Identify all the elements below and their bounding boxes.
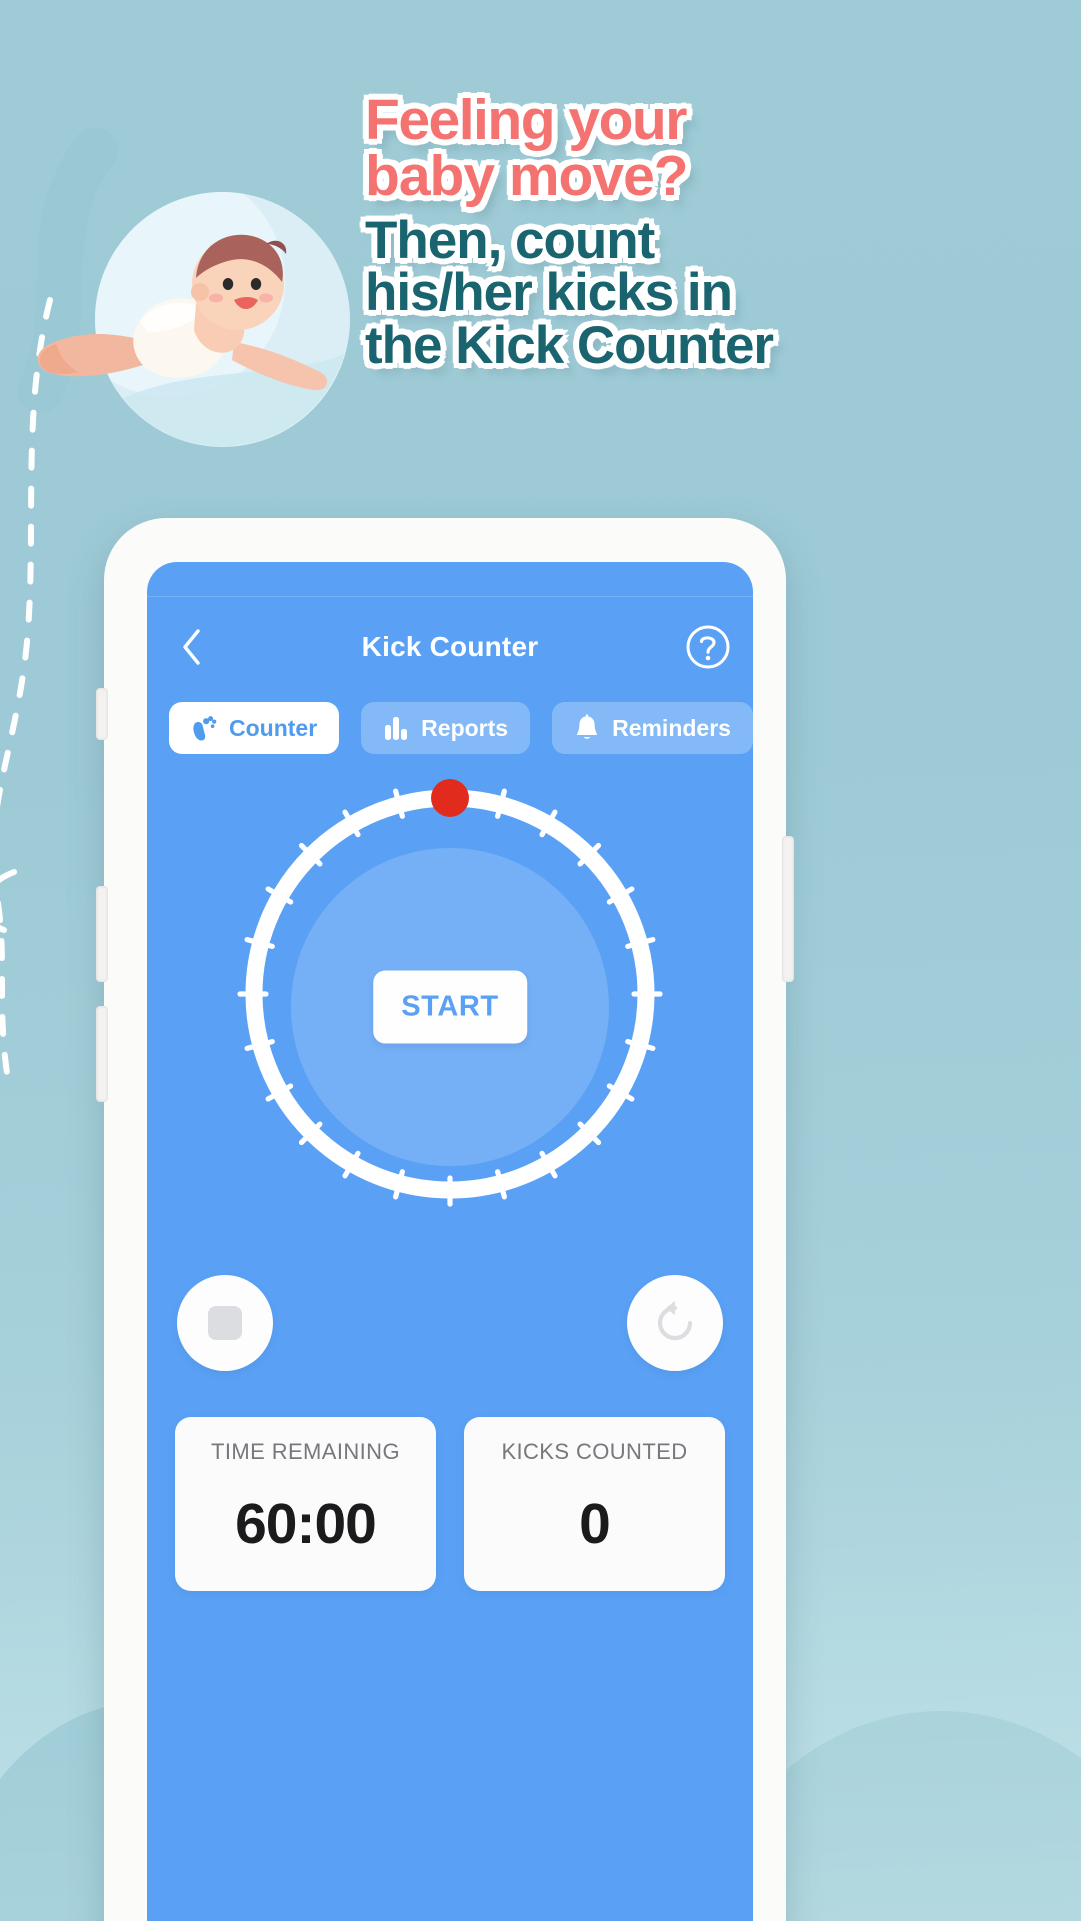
control-row [147, 1259, 753, 1387]
tab-reminders-label: Reminders [612, 714, 731, 741]
headline-line-4: his/her kicks in [365, 263, 733, 323]
kicks-counted-value: 0 [579, 1492, 611, 1556]
time-remaining-value: 60:00 [235, 1492, 377, 1556]
page-title: Kick Counter [361, 631, 539, 662]
bell-icon [577, 714, 598, 739]
footprint-icon [193, 716, 217, 741]
time-remaining-card: TIME REMAINING 60:00 [175, 1417, 436, 1591]
phone-volume-up-button[interactable] [96, 886, 108, 982]
phone-silent-switch[interactable] [96, 688, 108, 740]
tab-reports[interactable]: Reports [361, 702, 531, 754]
tab-reminders[interactable]: Reminders [552, 702, 753, 754]
time-remaining-label: TIME REMAINING [211, 1439, 400, 1464]
phone-mockup: Kick Counter Counter Reports Reminders S… [96, 518, 794, 1921]
headline-line-1: Feeling your [365, 88, 687, 152]
tab-reports-label: Reports [421, 714, 509, 741]
bar-chart-icon [385, 717, 408, 740]
dial-progress-indicator[interactable] [431, 779, 469, 817]
headline-line-3: Then, count [365, 210, 655, 270]
tab-bar: Counter Reports Reminders [147, 692, 753, 754]
kick-dial-area: START [147, 754, 753, 1259]
header-divider [147, 596, 753, 597]
phone-volume-down-button[interactable] [96, 1006, 108, 1102]
app-screen: Kick Counter Counter Reports Reminders S… [147, 562, 753, 1921]
headline-line-5: the Kick Counter [365, 315, 774, 375]
headline-line-2: baby move? [365, 144, 689, 209]
question-mark-circle-icon [686, 625, 730, 669]
kicks-counted-label: KICKS COUNTED [501, 1439, 688, 1464]
baby-illustration-art [37, 192, 349, 446]
back-button[interactable] [169, 621, 213, 673]
kicks-counted-card: KICKS COUNTED 0 [464, 1417, 725, 1591]
chevron-left-icon [183, 629, 200, 665]
rotate-ccw-icon [657, 1301, 693, 1341]
stop-square-icon [208, 1306, 242, 1340]
app-header: Kick Counter [147, 596, 753, 692]
help-button[interactable] [685, 624, 731, 670]
stats-row: TIME REMAINING 60:00 KICKS COUNTED 0 [147, 1387, 753, 1591]
promo-headline: Feeling your baby move? Then, count his/… [365, 88, 835, 375]
phone-power-button[interactable] [782, 836, 794, 982]
tab-counter[interactable]: Counter [169, 702, 340, 754]
baby-illustration [20, 192, 350, 447]
reset-button[interactable] [627, 1275, 723, 1371]
tab-counter-label: Counter [229, 714, 318, 741]
stop-button[interactable] [177, 1275, 273, 1371]
start-button[interactable]: START [373, 970, 527, 1043]
